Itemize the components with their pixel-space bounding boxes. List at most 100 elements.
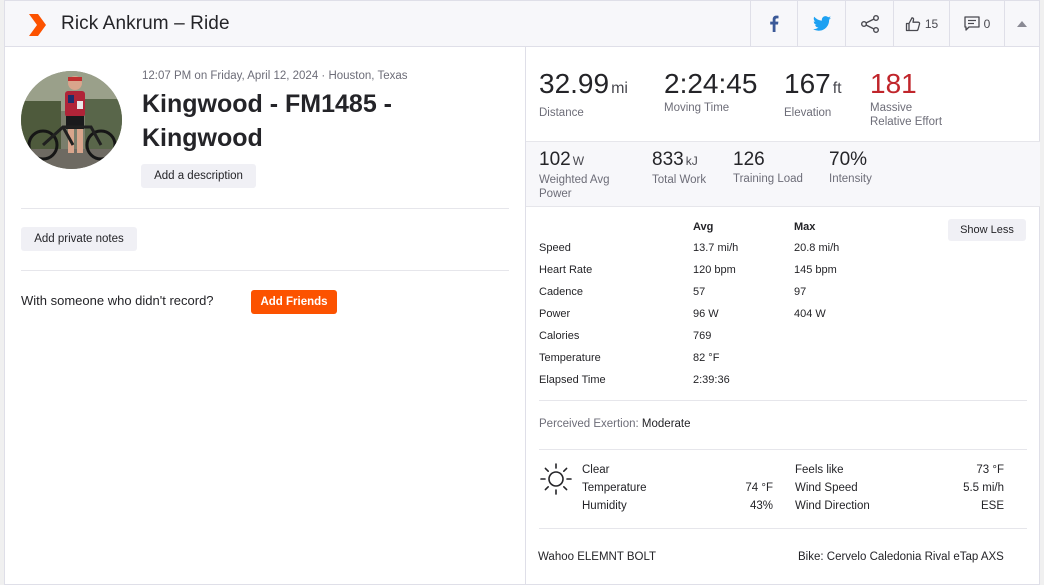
stat-intensity: 70% Intensity [829, 149, 872, 186]
wind-speed-value: 5.5 mi/h [963, 482, 1004, 494]
collapse-button[interactable] [1004, 1, 1039, 46]
divider [539, 449, 1027, 450]
stat-label: Massive [870, 102, 913, 114]
wind-speed-label: Wind Speed [795, 482, 858, 494]
weather-temperature-label: Temperature [582, 482, 647, 494]
strava-chevron-icon [29, 14, 46, 36]
stat-value: 102 [539, 149, 571, 170]
stat-label: Moving Time [664, 102, 730, 114]
detail-avg: 82 °F [693, 352, 720, 364]
stat-value: 2:24:45 [664, 68, 758, 99]
kudos-button[interactable]: 15 [893, 1, 949, 46]
detail-max: 145 bpm [794, 264, 837, 276]
divider [539, 528, 1027, 529]
stat-moving-time: 2:24:45 Moving Time [664, 69, 757, 115]
comment-icon [964, 16, 980, 31]
share-icon [860, 14, 879, 33]
stat-label-line2: Relative Effort [870, 116, 943, 128]
bike-name[interactable]: Bike: Cervelo Caledonia Rival eTap AXS [798, 551, 1004, 563]
detail-avg: 57 [693, 286, 706, 298]
weather-temperature-value: 74 °F [745, 482, 773, 494]
divider [21, 270, 509, 271]
stat-label: Distance [539, 107, 584, 119]
activity-meta: 12:07 PM on Friday, April 12, 2024 · Hou… [142, 70, 408, 82]
comments-count: 0 [983, 16, 991, 31]
sun-icon [540, 463, 572, 495]
detail-label: Temperature [539, 352, 601, 364]
add-description-button[interactable]: Add a description [141, 164, 256, 188]
stat-value: 167 [784, 68, 831, 99]
stat-unit: kJ [685, 154, 698, 168]
feels-like-label: Feels like [795, 464, 844, 476]
detail-label: Cadence [539, 286, 584, 298]
caret-up-icon [1017, 20, 1027, 27]
share-button[interactable] [845, 1, 893, 46]
detail-max: 97 [794, 286, 807, 298]
detail-label: Elapsed Time [539, 374, 606, 386]
stat-elevation: 167 ft Elevation [784, 69, 842, 120]
stat-label: Intensity [829, 173, 872, 185]
device-name: Wahoo ELEMNT BOLT [538, 551, 657, 563]
athlete-photo [21, 71, 122, 169]
detail-avg: 120 bpm [693, 264, 736, 276]
stat-total-work: 833 kJ Total Work [652, 149, 706, 187]
add-private-notes-button[interactable]: Add private notes [21, 227, 137, 251]
facebook-share-button[interactable] [750, 1, 797, 46]
max-header: Max [794, 221, 816, 233]
activity-card: Rick Ankrum – Ride 15 0 12:07 PM on Frid… [4, 0, 1040, 585]
athlete-avatar[interactable] [21, 71, 122, 169]
exertion-label: Perceived Exertion: [539, 418, 639, 430]
activity-header: Rick Ankrum – Ride 15 0 [5, 1, 1039, 47]
activity-title: Kingwood - FM1485 - Kingwood [142, 90, 392, 152]
stats-panel: 32.99 mi Distance 2:24:45 Moving Time 167… [525, 47, 1040, 585]
stat-training-load: 126 Training Load [733, 149, 803, 186]
detail-label: Power [539, 308, 571, 320]
detail-max: 404 W [794, 308, 826, 320]
divider [21, 208, 509, 209]
stat-value: 833 [652, 149, 684, 170]
stat-unit: mi [611, 80, 628, 97]
stat-relative-effort[interactable]: 181 Massive Relative Effort [870, 69, 942, 129]
stat-unit: ft [832, 80, 842, 97]
feels-like-value: 73 °F [976, 464, 1004, 476]
avg-header: Avg [693, 221, 714, 233]
twitter-icon [812, 16, 831, 31]
stat-value: 126 [733, 149, 765, 170]
stat-label: Weighted Avg [539, 174, 610, 186]
weather-condition: Clear [582, 464, 610, 476]
detail-avg: 96 W [693, 308, 719, 320]
detail-label: Speed [539, 242, 571, 254]
show-less-button[interactable]: Show Less [948, 219, 1026, 241]
stat-distance: 32.99 mi Distance [539, 69, 628, 120]
divider [539, 400, 1027, 401]
weather-humidity-label: Humidity [582, 500, 627, 512]
stat-label: Training Load [733, 173, 803, 185]
detail-label: Calories [539, 330, 580, 342]
stat-value: 181 [870, 68, 917, 99]
stat-label: Total Work [652, 174, 707, 186]
stat-weighted-power: 102 W Weighted Avg Power [539, 149, 610, 201]
thumbs-up-icon [905, 16, 921, 31]
detail-max: 20.8 mi/h [794, 242, 840, 254]
detail-avg: 13.7 mi/h [693, 242, 739, 254]
detail-avg: 769 [693, 330, 712, 342]
wind-direction-value: ESE [980, 500, 1004, 512]
with-someone-text: With someone who didn't record? [21, 293, 214, 308]
add-friends-button[interactable]: Add Friends [251, 290, 337, 314]
stat-value: 32.99 [539, 68, 610, 99]
stat-label: Elevation [784, 107, 832, 119]
perceived-exertion: Perceived Exertion: Moderate [539, 418, 691, 430]
header-title: Rick Ankrum – Ride [61, 13, 230, 34]
stat-unit: W [572, 154, 585, 168]
weather-humidity-value: 43% [749, 500, 773, 512]
kudos-count: 15 [924, 16, 939, 31]
secondary-stats: 102 W Weighted Avg Power 833 kJ Total Work… [526, 141, 1040, 207]
detail-label: Heart Rate [539, 264, 593, 276]
facebook-icon [770, 15, 779, 32]
primary-stats: 32.99 mi Distance 2:24:45 Moving Time 167… [526, 47, 1040, 141]
twitter-share-button[interactable] [797, 1, 845, 46]
comments-button[interactable]: 0 [949, 1, 1004, 46]
detail-avg: 2:39:36 [693, 374, 730, 386]
stat-value: 70% [829, 149, 868, 170]
stat-label-line2: Power [539, 188, 572, 200]
